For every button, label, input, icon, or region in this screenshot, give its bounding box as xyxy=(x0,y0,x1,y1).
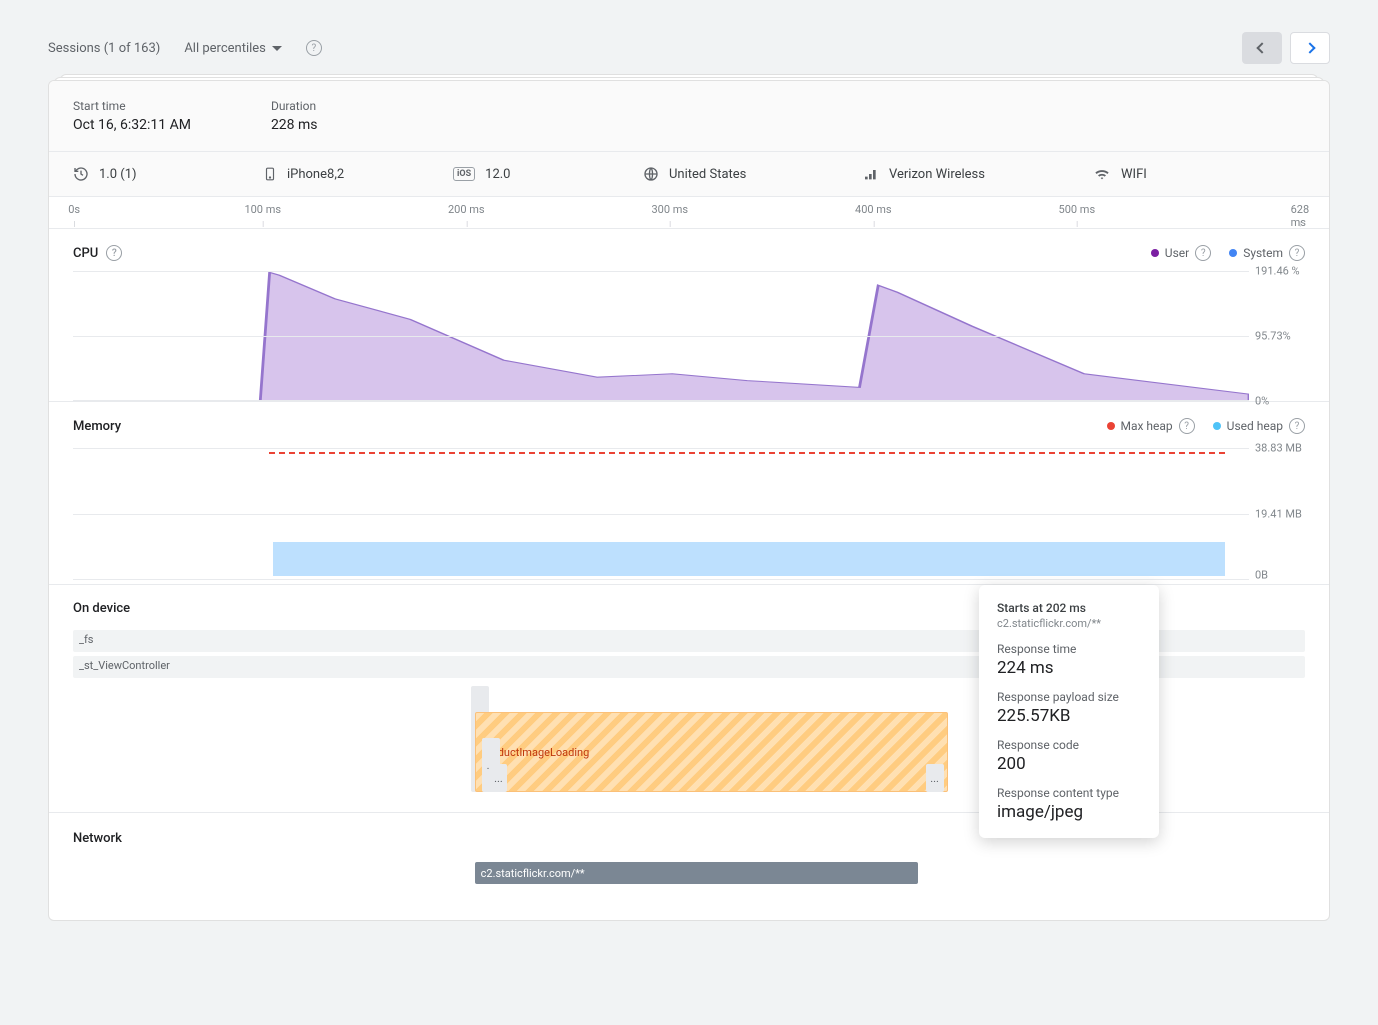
ondevice-title: On device xyxy=(73,601,130,616)
tick: 300 ms xyxy=(651,203,688,216)
device-model: iPhone8,2 xyxy=(287,167,344,182)
tooltip-ctype-value: image/jpeg xyxy=(997,802,1141,822)
memory-chart[interactable] xyxy=(73,444,1249,584)
carrier: Verizon Wireless xyxy=(889,167,985,182)
memory-title: Memory xyxy=(73,419,121,434)
dot-icon xyxy=(1213,422,1221,430)
product-image-loading-trace[interactable]: productImageLoading xyxy=(475,712,948,792)
help-icon[interactable]: ? xyxy=(1179,418,1195,434)
ylabel: 0% xyxy=(1255,395,1269,408)
device-row: 1.0 (1) iPhone8,2 iOS 12.0 United St xyxy=(49,152,1329,197)
on-device-section: On device _fs _st_ViewController ... pro… xyxy=(49,585,1329,813)
legend-maxheap: Max heap xyxy=(1121,419,1173,433)
help-icon[interactable]: ? xyxy=(306,40,322,56)
tooltip-size-value: 225.57KB xyxy=(997,706,1141,726)
prev-session-button[interactable] xyxy=(1242,32,1282,64)
dot-icon xyxy=(1229,249,1237,257)
timeline-ruler: 0s 100 ms 200 ms 300 ms 400 ms 500 ms 62… xyxy=(49,197,1329,229)
tooltip-size-label: Response payload size xyxy=(997,690,1141,704)
cpu-title: CPU xyxy=(73,246,98,261)
globe-icon xyxy=(643,166,659,182)
network-bar-label: c2.staticflickr.com/** xyxy=(481,867,585,880)
chevron-left-icon xyxy=(1256,42,1267,53)
tooltip-starts-at: Starts at 202 ms xyxy=(997,601,1141,615)
tick: 628 ms xyxy=(1291,203,1310,229)
cpu-section: CPU ? User? System? xyxy=(49,229,1329,402)
network-title: Network xyxy=(73,831,122,846)
network-tooltip: Starts at 202 ms c2.staticflickr.com/** … xyxy=(979,585,1159,838)
phone-icon xyxy=(263,166,277,182)
trace-seg[interactable]: ... xyxy=(926,764,944,792)
help-icon[interactable]: ? xyxy=(1195,245,1211,261)
trace-seg[interactable]: ... xyxy=(489,764,507,792)
legend-usedheap: Used heap xyxy=(1227,419,1283,433)
history-icon xyxy=(73,166,89,182)
tick: 100 ms xyxy=(244,203,281,216)
topbar: Sessions (1 of 163) All percentiles ? xyxy=(48,24,1330,80)
tick: 400 ms xyxy=(855,203,892,216)
tick: 0s xyxy=(68,203,80,216)
tick: 200 ms xyxy=(448,203,485,216)
help-icon[interactable]: ? xyxy=(1289,245,1305,261)
country: United States xyxy=(669,167,746,182)
wifi-icon xyxy=(1093,166,1111,182)
legend-user: User xyxy=(1165,246,1189,260)
chevron-down-icon xyxy=(272,46,282,51)
help-icon[interactable]: ? xyxy=(106,245,122,261)
ylabel: 38.83 MB xyxy=(1255,442,1302,455)
next-session-button[interactable] xyxy=(1290,32,1330,64)
help-icon[interactable]: ? xyxy=(1289,418,1305,434)
duration-value: 228 ms xyxy=(271,117,318,133)
dot-icon xyxy=(1151,249,1159,257)
network-request-bar[interactable]: c2.staticflickr.com/** xyxy=(475,862,919,884)
chevron-right-icon xyxy=(1304,42,1315,53)
tooltip-code-label: Response code xyxy=(997,738,1141,752)
max-heap-line xyxy=(269,452,1225,454)
tick: 500 ms xyxy=(1059,203,1096,216)
percentiles-label: All percentiles xyxy=(184,41,266,56)
os-version: 12.0 xyxy=(485,167,510,182)
ylabel: 0B xyxy=(1255,569,1268,582)
start-time-value: Oct 16, 6:32:11 AM xyxy=(73,117,191,133)
tooltip-rt-value: 224 ms xyxy=(997,658,1141,678)
duration-label: Duration xyxy=(271,99,318,113)
trace-label: _st_ViewController xyxy=(79,659,170,672)
sessions-label: Sessions (1 of 163) xyxy=(48,41,160,56)
tooltip-rt-label: Response time xyxy=(997,642,1141,656)
meta-row: Start time Oct 16, 6:32:11 AM Duration 2… xyxy=(49,81,1329,152)
tooltip-host: c2.staticflickr.com/** xyxy=(997,617,1141,630)
trace-label: _fs xyxy=(79,633,93,646)
ylabel: 19.41 MB xyxy=(1255,508,1302,521)
legend-system: System xyxy=(1243,246,1283,260)
percentiles-dropdown[interactable]: All percentiles xyxy=(184,41,282,56)
os-icon: iOS xyxy=(453,167,475,181)
tooltip-ctype-label: Response content type xyxy=(997,786,1141,800)
signal-icon xyxy=(863,166,879,182)
app-version: 1.0 (1) xyxy=(99,167,137,182)
ylabel: 95.73% xyxy=(1255,330,1291,343)
memory-section: Memory Max heap? Used heap? xyxy=(49,402,1329,585)
tooltip-code-value: 200 xyxy=(997,754,1141,774)
cpu-chart[interactable] xyxy=(73,271,1249,401)
dot-icon xyxy=(1107,422,1115,430)
used-heap-band xyxy=(273,542,1226,576)
ylabel: 191.46 % xyxy=(1255,265,1300,278)
start-time-label: Start time xyxy=(73,99,191,113)
network-type: WIFI xyxy=(1121,167,1147,182)
session-card: Start time Oct 16, 6:32:11 AM Duration 2… xyxy=(48,80,1330,921)
